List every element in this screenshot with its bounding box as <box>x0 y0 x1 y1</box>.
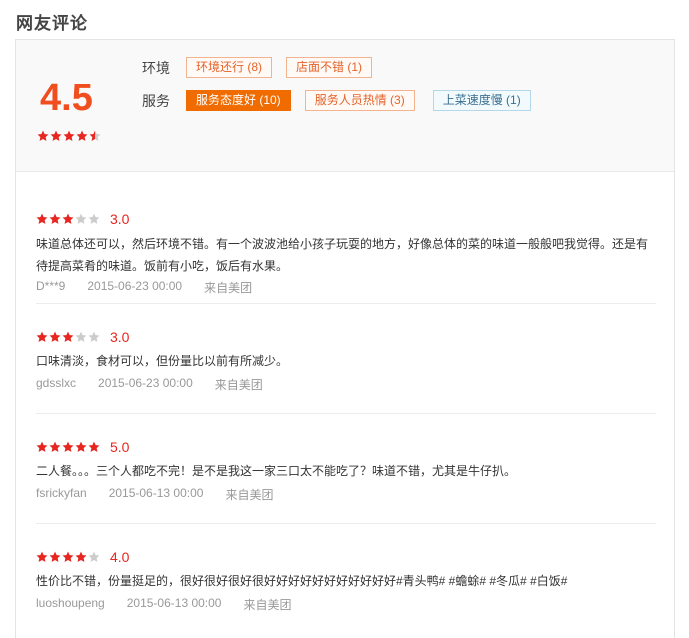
review-source: 来自美团 <box>214 378 263 392</box>
review-meta: D***9 2015-06-23 00:00 来自美团 <box>36 279 274 296</box>
star-empty-icon <box>88 213 100 225</box>
tag-category-label: 环境 <box>142 59 170 76</box>
star-filled-icon <box>36 213 48 225</box>
star-filled-icon <box>37 130 49 142</box>
star-filled-icon <box>63 130 75 142</box>
star-filled-icon <box>75 441 87 453</box>
star-filled-icon <box>76 130 88 142</box>
review-text: 二人餐。。。三个人都吃不完！是不是我这一家三口太不能吃了？味道不错，尤其是牛仔扒… <box>36 464 517 478</box>
review-rating: 4.0 <box>36 549 129 565</box>
review-panel: 4.5 环境 环境还行 (8) 店面不错 (1) 服务 服务态度好 (10) 服… <box>15 39 675 638</box>
review-meta: fsrickyfan 2015-06-13 00:00 来自美团 <box>36 486 295 503</box>
review-user: fsrickyfan <box>36 486 87 500</box>
star-filled-icon <box>49 331 61 343</box>
review-user: D***9 <box>36 279 66 293</box>
review-score: 4.0 <box>110 549 130 565</box>
review-stars <box>36 551 101 563</box>
rating-summary: 4.5 环境 环境还行 (8) 店面不错 (1) 服务 服务态度好 (10) 服… <box>16 40 674 172</box>
star-filled-icon <box>36 441 48 453</box>
star-filled-icon <box>49 441 61 453</box>
tag-row-environment: 环境 环境还行 (8) 店面不错 (1) <box>142 57 386 78</box>
review-list: 3.0 味道总体还可以，然后环境不错。有一个波波池给小孩子玩耍的地方，好像总体的… <box>36 172 656 634</box>
tag-good-service[interactable]: 服务态度好 (10) <box>186 90 291 111</box>
review-text: 口味清淡，食材可以，但份量比以前有所减少。 <box>36 354 289 368</box>
tag-category-label: 服务 <box>142 92 170 109</box>
review-date: 2015-06-13 00:00 <box>108 486 204 500</box>
review-meta: gdsslxc 2015-06-23 00:00 来自美团 <box>36 376 285 393</box>
review-item: 4.0 性价比不错，份量挺足的，很好很好很好很好好好好好好好好好好好#青头鸭# … <box>36 524 656 634</box>
star-empty-icon <box>75 331 87 343</box>
star-filled-icon <box>62 331 74 343</box>
review-date: 2015-06-13 00:00 <box>126 596 222 610</box>
star-half-icon <box>89 130 101 142</box>
star-empty-icon <box>88 331 100 343</box>
star-filled-icon <box>62 551 74 563</box>
review-source: 来自美团 <box>225 488 274 502</box>
section-title: 网友评论 <box>16 14 88 33</box>
review-score: 5.0 <box>110 439 130 455</box>
tag-environment-ok[interactable]: 环境还行 (8) <box>186 57 273 78</box>
tag-row-service: 服务 服务态度好 (10) 服务人员热情 (3) 上菜速度慢 (1) <box>142 90 545 111</box>
star-filled-icon <box>49 213 61 225</box>
tag-friendly-staff[interactable]: 服务人员热情 (3) <box>304 90 415 111</box>
star-filled-icon <box>50 130 62 142</box>
star-empty-icon <box>75 213 87 225</box>
review-rating: 3.0 <box>36 211 129 227</box>
review-user: gdsslxc <box>36 376 77 390</box>
star-filled-icon <box>88 441 100 453</box>
review-text: 性价比不错，份量挺足的，很好很好很好很好好好好好好好好好好好#青头鸭# #蟾蜍#… <box>36 574 568 588</box>
review-source: 来自美团 <box>243 598 292 612</box>
overall-stars <box>37 130 102 142</box>
star-filled-icon <box>49 551 61 563</box>
review-item: 3.0 味道总体还可以，然后环境不错。有一个波波池给小孩子玩耍的地方，好像总体的… <box>36 172 656 304</box>
star-filled-icon <box>75 551 87 563</box>
review-date: 2015-06-23 00:00 <box>98 376 193 390</box>
review-item: 5.0 二人餐。。。三个人都吃不完！是不是我这一家三口太不能吃了？味道不错，尤其… <box>36 414 656 524</box>
review-stars <box>36 213 101 225</box>
review-date: 2015-06-23 00:00 <box>87 279 183 293</box>
star-filled-icon <box>62 213 74 225</box>
review-item: 3.0 口味清淡，食材可以，但份量比以前有所减少。 gdsslxc 2015-0… <box>36 304 656 414</box>
star-filled-icon <box>62 441 74 453</box>
review-stars <box>36 441 101 453</box>
star-filled-icon <box>36 331 48 343</box>
review-score: 3.0 <box>110 211 130 227</box>
star-empty-icon <box>88 551 100 563</box>
review-rating: 5.0 <box>36 439 129 455</box>
tag-slow-serving[interactable]: 上菜速度慢 (1) <box>432 90 531 111</box>
review-rating: 3.0 <box>36 329 129 345</box>
review-text: 味道总体还可以，然后环境不错。有一个波波池给小孩子玩耍的地方，好像总体的菜的味道… <box>36 237 649 273</box>
review-score: 3.0 <box>110 329 130 345</box>
star-filled-icon <box>36 551 48 563</box>
review-source: 来自美团 <box>204 281 253 295</box>
review-meta: luoshoupeng 2015-06-13 00:00 来自美团 <box>36 596 314 613</box>
overall-score: 4.5 <box>40 77 93 119</box>
tag-storefront-good[interactable]: 店面不错 (1) <box>286 57 373 78</box>
review-user: luoshoupeng <box>36 596 105 610</box>
review-stars <box>36 331 101 343</box>
